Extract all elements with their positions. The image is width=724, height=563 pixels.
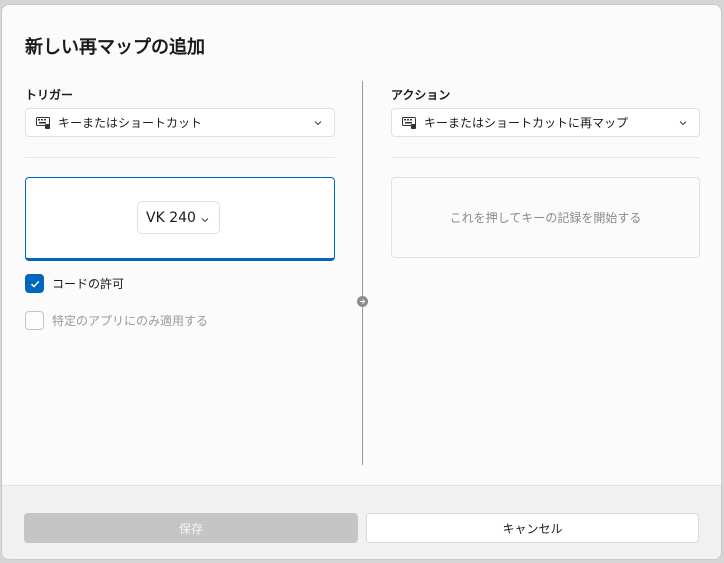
chevron-down-icon <box>200 213 210 223</box>
save-button[interactable]: 保存 <box>24 513 358 543</box>
trigger-key-value: VK 240 <box>146 209 196 226</box>
app-specific-row[interactable]: 特定のアプリにのみ適用する <box>25 311 208 330</box>
dialog-footer: 保存 キャンセル <box>2 485 721 559</box>
keyboard-icon <box>402 116 416 129</box>
chevron-down-icon <box>678 117 688 127</box>
column-separator <box>362 81 363 465</box>
action-label: アクション <box>391 88 451 102</box>
record-prompt: これを押してキーの記録を開始する <box>449 211 642 225</box>
keyboard-icon <box>36 116 50 129</box>
trigger-type-value: キーまたはショートカット <box>58 116 203 130</box>
allow-chord-label: コードの許可 <box>52 277 125 291</box>
arrow-right-circle-icon <box>357 296 368 307</box>
action-record-box[interactable]: これを押してキーの記録を開始する <box>391 177 700 258</box>
remap-dialog: 新しい再マップの追加 トリガー キーまたはショートカット VK 240 コードの… <box>1 4 722 560</box>
app-specific-label: 特定のアプリにのみ適用する <box>52 314 209 328</box>
cancel-button[interactable]: キャンセル <box>366 513 699 543</box>
trigger-divider <box>25 157 335 158</box>
trigger-label: トリガー <box>25 88 74 102</box>
action-type-dropdown[interactable]: キーまたはショートカットに再マップ <box>391 108 700 137</box>
trigger-key-box[interactable]: VK 240 <box>25 177 335 261</box>
action-type-value: キーまたはショートカットに再マップ <box>424 116 629 130</box>
chevron-down-icon <box>313 117 323 127</box>
action-divider <box>391 157 700 158</box>
app-specific-checkbox[interactable] <box>25 311 44 330</box>
dialog-title: 新しい再マップの追加 <box>25 37 205 58</box>
allow-chord-checkbox[interactable] <box>25 274 44 293</box>
allow-chord-row[interactable]: コードの許可 <box>25 274 124 293</box>
trigger-type-dropdown[interactable]: キーまたはショートカット <box>25 108 335 137</box>
trigger-key-selector[interactable]: VK 240 <box>137 201 220 234</box>
checkmark-icon <box>30 280 39 288</box>
